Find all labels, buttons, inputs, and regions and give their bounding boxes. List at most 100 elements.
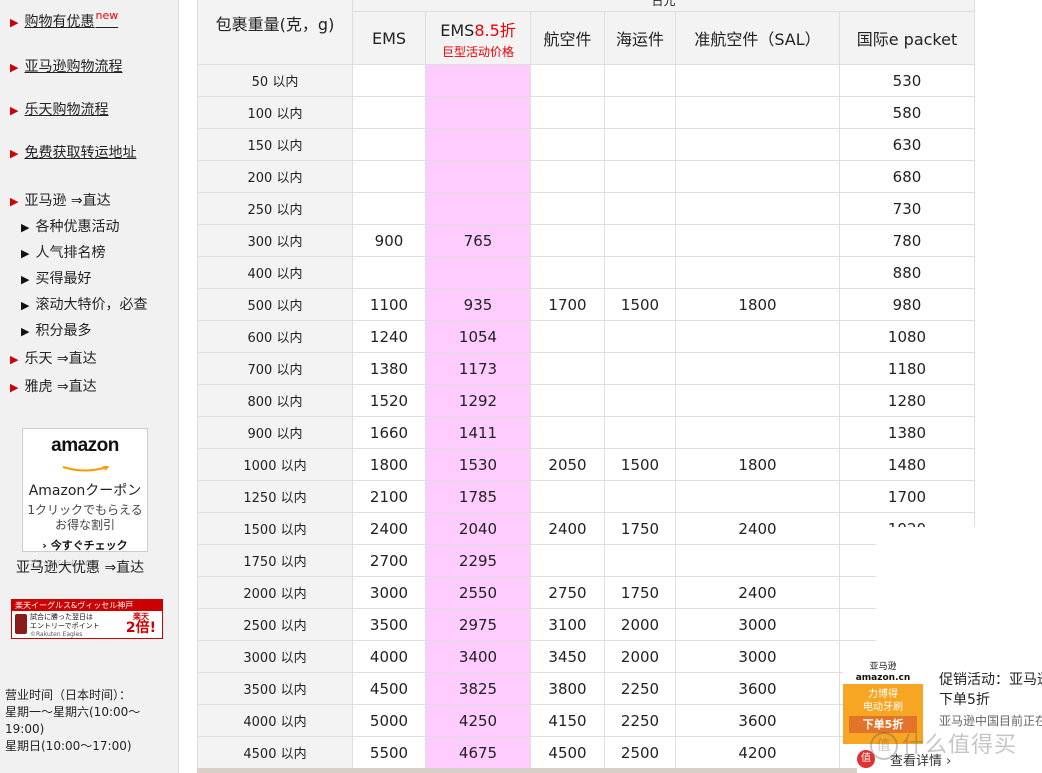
ems-discount-cell: 3825 xyxy=(425,672,531,705)
weight-cell: 1750 以内 xyxy=(197,544,353,577)
triangle-right-icon: ▶ xyxy=(10,104,19,117)
nav-sub-deals[interactable]: ▶ 各种优惠活动 xyxy=(21,216,119,236)
nav-sub-points[interactable]: ▶ 积分最多 xyxy=(21,320,91,340)
air-cell xyxy=(530,480,605,513)
col-header-epacket: 国际e packet xyxy=(839,11,975,65)
nav-link-free-address-label: 免费获取转运地址 xyxy=(24,145,137,161)
air-cell: 4150 xyxy=(530,704,605,737)
nav-sub-specials[interactable]: ▶ 滚动大特价，必查 xyxy=(21,294,147,314)
sea-cell xyxy=(604,256,676,289)
hours-title: 营业时间（日本时间）： xyxy=(5,688,132,702)
ems-discount-cell: 935 xyxy=(425,288,531,321)
nav-link-yahoo-label: 雅虎 ⇒直达 xyxy=(24,379,97,395)
sea-cell xyxy=(604,320,676,353)
thumb-line1: 力博得 xyxy=(868,689,898,700)
epacket-cell: 1280 xyxy=(839,384,975,417)
ems-discount-cell: 2040 xyxy=(425,512,531,545)
sea-cell xyxy=(604,192,676,225)
weight-cell: 3500 以内 xyxy=(197,672,353,705)
rakuten-banner-copyright: ©Rakuten Eagles xyxy=(30,631,83,638)
table-row: 1750 以内 2700 2295 xyxy=(197,544,975,577)
triangle-right-icon: ▶ xyxy=(21,221,30,234)
ems-cell: 1240 xyxy=(352,320,426,353)
table-row: 600 以内 1240 1054 1080 xyxy=(197,320,975,353)
table-row: 2500 以内 3500 2975 3100 2000 3000 xyxy=(197,608,975,641)
weight-cell: 500 以内 xyxy=(197,288,353,321)
ems-cell: 4500 xyxy=(352,672,426,705)
air-cell: 2400 xyxy=(530,512,605,545)
nav-link-rakuten[interactable]: ▶ 乐天 ⇒直达 xyxy=(10,348,97,368)
sea-cell: 1750 xyxy=(604,576,676,609)
thumb-brand: amazon.cn xyxy=(855,673,911,683)
sea-cell xyxy=(604,384,676,417)
ems-discount-cell: 1292 xyxy=(425,384,531,417)
sal-cell: 3000 xyxy=(675,640,840,673)
weight-cell: 2000 以内 xyxy=(197,576,353,609)
view-details-link[interactable]: 查看详情 › xyxy=(890,750,951,769)
table-row: 500 以内 1100 935 1700 1500 1800 980 xyxy=(197,288,975,321)
right-blank-area xyxy=(976,0,1042,527)
epacket-cell: 1080 xyxy=(839,320,975,353)
epacket-cell: 1700 xyxy=(839,480,975,513)
air-cell xyxy=(530,384,605,417)
ems-discount-cell: 1411 xyxy=(425,416,531,449)
amazon-ad-title: Amazonクーポン xyxy=(28,483,142,499)
hours-weekday: 星期一～星期六(10:00～ xyxy=(5,705,141,719)
nav-link-amazon-guide[interactable]: ▶ 亚马逊购物流程 xyxy=(10,56,122,76)
epacket-cell: 630 xyxy=(839,128,975,161)
sea-cell xyxy=(604,224,676,257)
weight-cell: 800 以内 xyxy=(197,384,353,417)
nav-link-amazon-label: 亚马逊 ⇒直达 xyxy=(24,193,111,209)
nav-sub-bestsellers[interactable]: ▶ 买得最好 xyxy=(21,268,91,288)
table-row: 200 以内 680 xyxy=(197,160,975,193)
triangle-right-icon: ▶ xyxy=(21,299,30,312)
sal-cell xyxy=(675,256,840,289)
business-hours: 营业时间（日本时间）： 星期一～星期六(10:00～ 19:00) 星期日(10… xyxy=(5,687,140,755)
amazon-promo-link[interactable]: 亚马逊大优惠 ⇒直达 xyxy=(16,557,144,577)
triangle-right-icon: ▶ xyxy=(10,16,19,29)
nav-link-yahoo[interactable]: ▶ 雅虎 ⇒直达 xyxy=(10,376,97,396)
epacket-cell: 780 xyxy=(839,224,975,257)
nav-sub-popular[interactable]: ▶ 人气排名榜 xyxy=(21,242,105,262)
sea-cell: 2250 xyxy=(604,704,676,737)
weight-cell: 50 以内 xyxy=(197,64,353,97)
sal-cell xyxy=(675,480,840,513)
sal-cell: 1800 xyxy=(675,288,840,321)
nav-link-rakuten-guide[interactable]: ▶ 乐天购物流程 xyxy=(10,99,108,119)
ems-discount-cell: 2295 xyxy=(425,544,531,577)
col-header-sal: 准航空件（SAL） xyxy=(675,11,840,65)
nav-link-rakuten-label: 乐天 ⇒直达 xyxy=(24,351,97,367)
air-cell: 2050 xyxy=(530,448,605,481)
nav-link-deals-label: 购物有优惠 xyxy=(24,14,95,30)
amazon-ad-line1: 1クリックでもらえる xyxy=(27,503,143,517)
amazon-ad-cta[interactable]: › 今すぐチェック xyxy=(23,537,147,553)
sal-cell: 2400 xyxy=(675,576,840,609)
rakuten-banner[interactable]: 楽天イーグルス&ヴィッセル神戸 試合に勝った翌日は エントリーでポイント ©Ra… xyxy=(11,599,163,639)
promo-title[interactable]: 促销活动：亚马逊 xyxy=(939,669,1042,689)
ems-cell xyxy=(352,96,426,129)
sea-cell: 2250 xyxy=(604,672,676,705)
sea-cell xyxy=(604,352,676,385)
sea-cell: 1500 xyxy=(604,448,676,481)
sea-cell xyxy=(604,160,676,193)
ems-discount-cell xyxy=(425,256,531,289)
ems-discount-cell xyxy=(425,64,531,97)
table-row: 1500 以内240020402400175024001920 xyxy=(197,512,975,545)
ems-cell: 4000 xyxy=(352,640,426,673)
nav-link-free-address[interactable]: ▶ 免费获取转运地址 xyxy=(10,142,136,162)
triangle-right-icon: ▶ xyxy=(21,247,30,260)
nav-link-amazon[interactable]: ▶ 亚马逊 ⇒直达 xyxy=(10,190,111,210)
triangle-right-icon: ▶ xyxy=(10,61,19,74)
weight-cell: 300 以内 xyxy=(197,224,353,257)
nav-sub-deals-label: 各种优惠活动 xyxy=(35,219,120,235)
ems-discount-cell xyxy=(425,160,531,193)
ems-discount-prefix: EMS xyxy=(440,20,475,40)
sea-cell: 2500 xyxy=(604,736,676,769)
table-row: 100 以内 580 xyxy=(197,96,975,129)
ems-discount-cell xyxy=(425,128,531,161)
amazon-coupon-ad[interactable]: amazon Amazonクーポン 1クリックでもらえる お得な割引 › 今すぐ… xyxy=(22,428,148,567)
nav-link-deals[interactable]: ▶ 购物有优惠new xyxy=(10,9,118,31)
ems-discount-cell: 2975 xyxy=(425,608,531,641)
rakuten-banner-line2: エントリーでポイント xyxy=(30,622,100,630)
sal-cell xyxy=(675,224,840,257)
